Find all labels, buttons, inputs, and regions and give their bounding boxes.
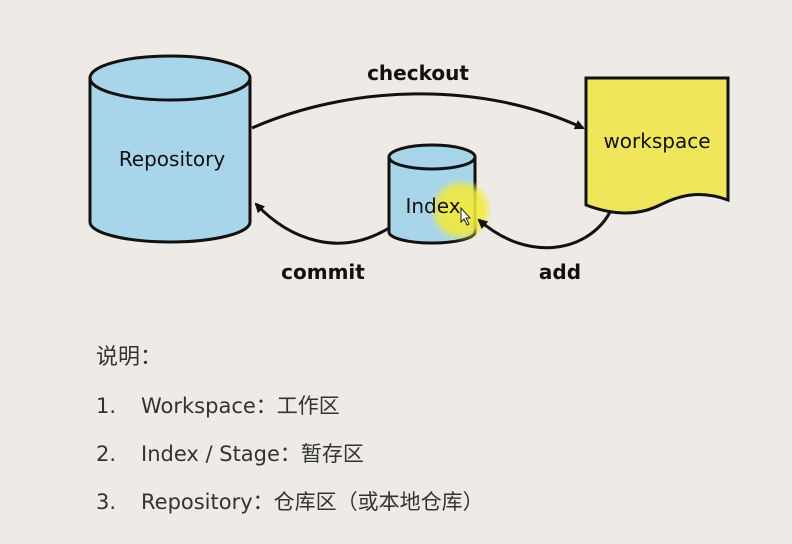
checkout-label: checkout: [367, 61, 469, 85]
repository-label: Repository: [119, 147, 226, 171]
notes-title: 说明：: [96, 345, 163, 370]
commit-label: commit: [281, 260, 365, 284]
notes-item-2: 2. Index / Stage：暂存区: [96, 438, 756, 470]
workspace-document: workspace: [584, 76, 730, 215]
notes-item-number: 3.: [96, 490, 117, 514]
add-label: add: [539, 260, 581, 284]
index-label: Index: [405, 194, 460, 218]
git-workflow-diagram: Repository Index workspace checkout comm…: [88, 54, 730, 284]
notes-section: 说明： 1. Workspace：工作区 2. Index / Stage：暂存…: [96, 340, 756, 534]
notes-item-1: 1. Workspace：工作区: [96, 390, 756, 422]
notes-item-text: Index / Stage：暂存区: [141, 442, 364, 466]
checkout-arrow: [251, 92, 585, 130]
notes-item-3: 3. Repository：仓库区（或本地仓库）: [96, 486, 756, 518]
notes-item-text: Repository：仓库区（或本地仓库）: [141, 490, 484, 514]
workspace-label: workspace: [603, 129, 710, 153]
repository-cylinder: Repository: [88, 54, 252, 244]
add-arrow: [477, 211, 612, 250]
notes-item-number: 1.: [96, 394, 117, 418]
notes-item-text: Workspace：工作区: [141, 394, 340, 418]
commit-arrow: [254, 202, 390, 245]
notes-item-number: 2.: [96, 442, 117, 466]
